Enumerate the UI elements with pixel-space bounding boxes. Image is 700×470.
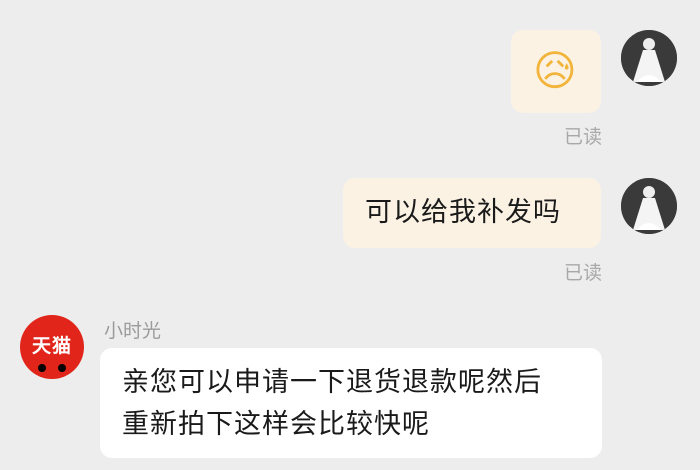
outgoing-emoji-bubble[interactable]: 😥 [511,30,601,113]
message-text-line-1: 亲您可以申请一下退货退款呢然后 [122,367,542,398]
message-text: 可以给我补发吗 [365,197,561,228]
tmall-avatar[interactable]: 天猫 [20,315,84,379]
message-text-line-2: 重新拍下这样会比较快呢 [122,409,430,440]
read-receipt: 已读 [563,126,602,148]
tmall-eyes-icon [38,364,66,372]
bride-avatar-icon [621,30,677,86]
crying-face-emoji: 😥 [533,46,577,95]
user-avatar[interactable] [621,178,677,234]
outgoing-text-bubble[interactable]: 可以给我补发吗 [343,178,601,248]
user-avatar[interactable] [621,30,677,86]
tmall-logo-label: 天猫 [31,334,72,357]
incoming-text-bubble[interactable]: 亲您可以申请一下退货退款呢然后 重新拍下这样会比较快呢 [100,348,602,458]
bride-avatar-icon [621,178,677,234]
read-receipt: 已读 [563,262,602,284]
sender-name: 小时光 [104,320,162,342]
